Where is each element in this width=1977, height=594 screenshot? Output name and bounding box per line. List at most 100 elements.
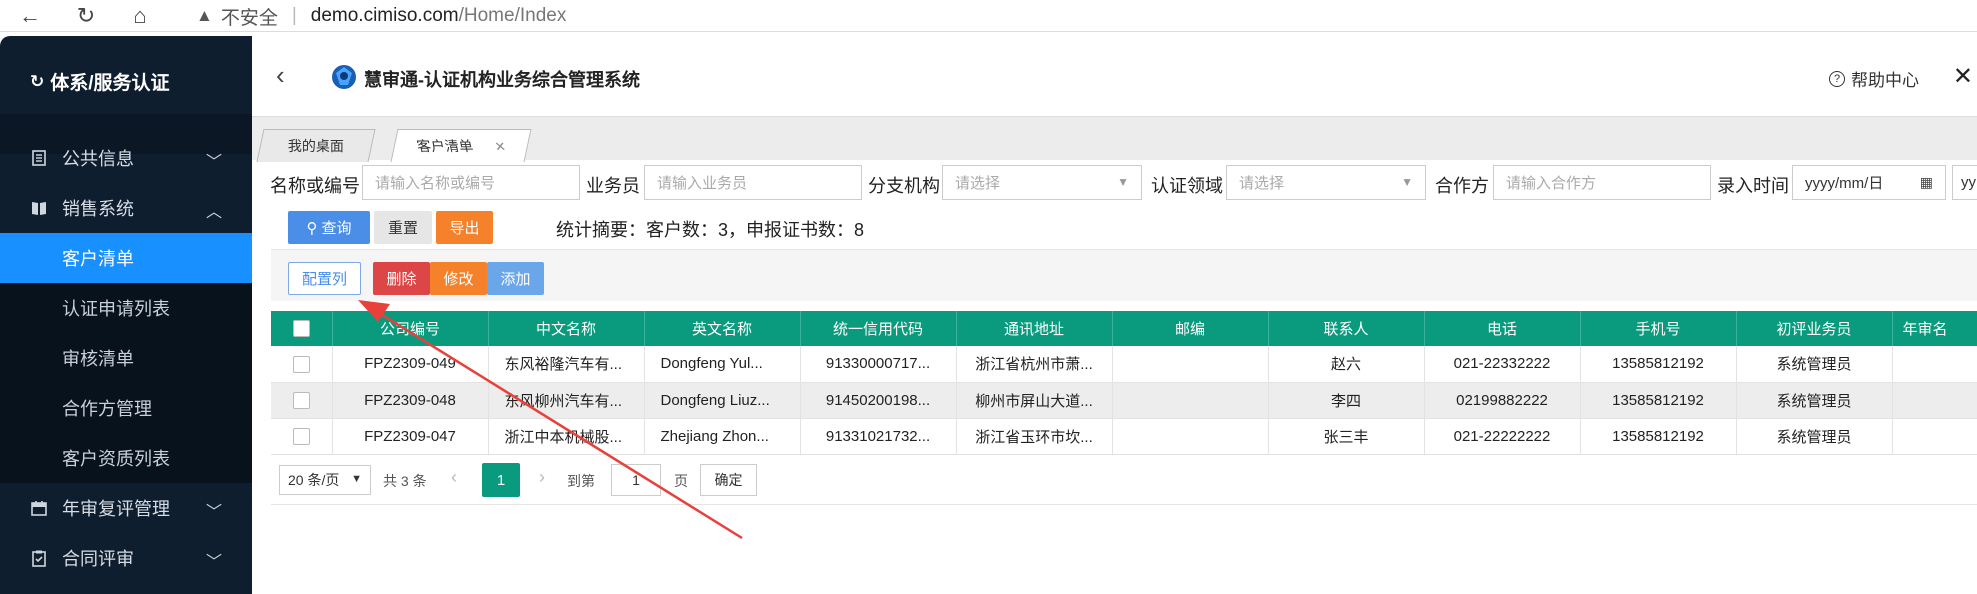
- cert-domain-select[interactable]: 请选择 ▼: [1226, 165, 1426, 200]
- warning-icon: ▲: [196, 6, 213, 25]
- cell-mobile: 13585812192: [1580, 382, 1737, 419]
- cell-initial-sales: 系统管理员: [1736, 346, 1893, 383]
- sidebar-sub-partner-mgmt[interactable]: 合作方管理: [0, 383, 252, 433]
- tab-customer-list[interactable]: 客户清单 ✕: [390, 129, 532, 162]
- collapse-back-icon[interactable]: ‹: [276, 60, 285, 91]
- table-row[interactable]: FPZ2309-049 东风裕隆汽车有... Dongfeng Yul... 9…: [271, 346, 1977, 383]
- query-label: 查询: [321, 220, 352, 237]
- col-contact[interactable]: 联系人: [1268, 311, 1425, 346]
- prev-page-icon[interactable]: ‹: [451, 467, 457, 488]
- page-unit-label: 页: [674, 473, 688, 489]
- help-center-link[interactable]: ? 帮助中心: [1829, 66, 1919, 91]
- goto-confirm-button[interactable]: 确定: [700, 464, 757, 496]
- chevron-down-icon: ﹀: [205, 504, 222, 521]
- close-icon[interactable]: ✕: [1953, 62, 1973, 91]
- row-checkbox[interactable]: [271, 418, 333, 455]
- app-logo-icon: [332, 65, 356, 89]
- calendar-icon: [31, 501, 47, 516]
- entry-date-start-input[interactable]: yyyy/mm/日 ▦: [1792, 165, 1946, 200]
- chevron-down-icon: ▼: [351, 473, 362, 485]
- row-checkbox[interactable]: [271, 382, 333, 419]
- tab-my-desktop[interactable]: 我的桌面: [256, 129, 376, 162]
- cell-credit-code: 91330000717...: [800, 346, 957, 383]
- url-path: /Home/Index: [458, 5, 567, 26]
- sidebar-brand[interactable]: ↻ 体系/服务认证: [30, 68, 170, 95]
- sidebar-sub-cert-apply-list[interactable]: 认证申请列表: [0, 283, 252, 333]
- col-credit-code[interactable]: 统一信用代码: [800, 311, 957, 346]
- cell-postcode: [1112, 346, 1269, 383]
- sidebar-sub-audit-list[interactable]: 审核清单: [0, 333, 252, 383]
- sidebar-item-annual-review[interactable]: 年审复评管理 ﹀: [0, 483, 252, 533]
- sidebar-item-label: 年审复评管理: [62, 499, 170, 519]
- reload-icon[interactable]: ↻: [66, 0, 106, 32]
- branch-select-placeholder: 请选择: [955, 175, 1001, 192]
- cell-annual-review: [1892, 418, 1977, 455]
- cell-contact: 李四: [1268, 382, 1425, 419]
- current-page-button[interactable]: 1: [482, 463, 520, 497]
- name-or-code-input[interactable]: 请输入名称或编号: [362, 165, 580, 200]
- sidebar-item-public-info[interactable]: 公共信息 ﹀: [0, 133, 252, 183]
- select-all-checkbox[interactable]: [271, 311, 333, 346]
- sidebar-item-contract-review[interactable]: 合同评审 ﹀: [0, 533, 252, 583]
- edit-button[interactable]: 修改: [430, 262, 487, 295]
- table-row[interactable]: FPZ2309-048 东风柳州汽车有... Dongfeng Liuz... …: [271, 382, 1977, 419]
- filter-name-label: 名称或编号: [270, 176, 360, 196]
- query-button[interactable]: ⚲ 查询: [288, 211, 370, 244]
- salesperson-input[interactable]: 请输入业务员: [644, 165, 862, 200]
- col-phone[interactable]: 电话: [1424, 311, 1581, 346]
- filter-domain-label: 认证领域: [1151, 176, 1223, 196]
- cell-annual-review: [1892, 346, 1977, 383]
- browser-toolbar: ← ↻ ⌂ ▲ 不安全 | demo.cimiso.com/Home/Index: [0, 0, 1977, 32]
- branch-select[interactable]: 请选择 ▼: [942, 165, 1142, 200]
- col-chinese-name[interactable]: 中文名称: [488, 311, 645, 346]
- sidebar-sub-customer-qualification[interactable]: 客户资质列表: [0, 433, 252, 483]
- home-icon[interactable]: ⌂: [120, 0, 160, 32]
- cell-postcode: [1112, 382, 1269, 419]
- row-checkbox[interactable]: [271, 346, 333, 383]
- dropdown-arrow-icon: ▼: [1117, 175, 1129, 189]
- cell-mobile: 13585812192: [1580, 346, 1737, 383]
- filter-bar: 名称或编号 请输入名称或编号 业务员 请输入业务员 分支机构 请选择 ▼ 认证领…: [252, 160, 1977, 208]
- tab-close-icon[interactable]: ✕: [493, 139, 507, 155]
- col-annual-review[interactable]: 年审名: [1892, 311, 1977, 346]
- goto-label: 到第: [567, 473, 595, 489]
- goto-page-input[interactable]: 1: [611, 464, 661, 496]
- delete-button[interactable]: 删除: [373, 262, 430, 295]
- entry-date-end-input[interactable]: yy: [1952, 165, 1977, 200]
- table-header-row: 公司编号 中文名称 英文名称 统一信用代码 通讯地址 邮编 联系人 电话 手机号…: [271, 311, 1977, 346]
- col-initial-sales[interactable]: 初评业务员: [1736, 311, 1893, 346]
- domain-select-placeholder: 请选择: [1239, 175, 1285, 192]
- table-row[interactable]: FPZ2309-047 浙江中本机械股... Zhejiang Zhon... …: [271, 418, 1977, 455]
- col-address[interactable]: 通讯地址: [956, 311, 1113, 346]
- address-bar[interactable]: ▲ 不安全 | demo.cimiso.com/Home/Index: [196, 0, 566, 32]
- tab-strip: 我的桌面 客户清单 ✕: [252, 116, 1977, 162]
- reset-button[interactable]: 重置: [374, 211, 432, 244]
- page-size-select[interactable]: 20 条/页 ▼: [279, 465, 371, 495]
- filter-partner-label: 合作方: [1435, 176, 1489, 196]
- sidebar-item-sales[interactable]: 销售系统 ︿: [0, 183, 252, 233]
- chevron-up-icon: ︿: [205, 204, 222, 221]
- col-mobile[interactable]: 手机号: [1580, 311, 1737, 346]
- add-button[interactable]: 添加: [487, 262, 544, 295]
- dropdown-arrow-icon: ▼: [1401, 175, 1413, 189]
- next-page-icon[interactable]: ›: [539, 467, 545, 488]
- tab-label: 我的桌面: [287, 138, 344, 154]
- partner-input[interactable]: 请输入合作方: [1493, 165, 1711, 200]
- export-button[interactable]: 导出: [436, 211, 493, 244]
- back-arrow-icon[interactable]: ←: [10, 0, 50, 32]
- refresh-icon: ↻: [30, 71, 45, 91]
- url-host: demo.cimiso.com: [310, 5, 459, 26]
- pagination: 20 条/页 ▼ 共 3 条 ‹ 1 › 到第 1 页 确定: [271, 460, 1977, 500]
- col-english-name[interactable]: 英文名称: [644, 311, 801, 346]
- col-postcode[interactable]: 邮编: [1112, 311, 1269, 346]
- cell-contact: 赵六: [1268, 346, 1425, 383]
- stats-summary: 统计摘要：客户数：3，申报证书数：8: [556, 220, 865, 240]
- sidebar-sub-customer-list[interactable]: 客户清单: [0, 233, 252, 283]
- cell-english-name: Zhejiang Zhon...: [644, 418, 801, 455]
- col-company-code[interactable]: 公司编号: [332, 311, 489, 346]
- cell-chinese-name: 东风裕隆汽车有...: [488, 346, 645, 383]
- page-size-value: 20 条/页: [288, 472, 340, 488]
- config-columns-button[interactable]: 配置列: [288, 262, 361, 295]
- cell-credit-code: 91331021732...: [800, 418, 957, 455]
- clipboard-icon: [32, 550, 46, 567]
